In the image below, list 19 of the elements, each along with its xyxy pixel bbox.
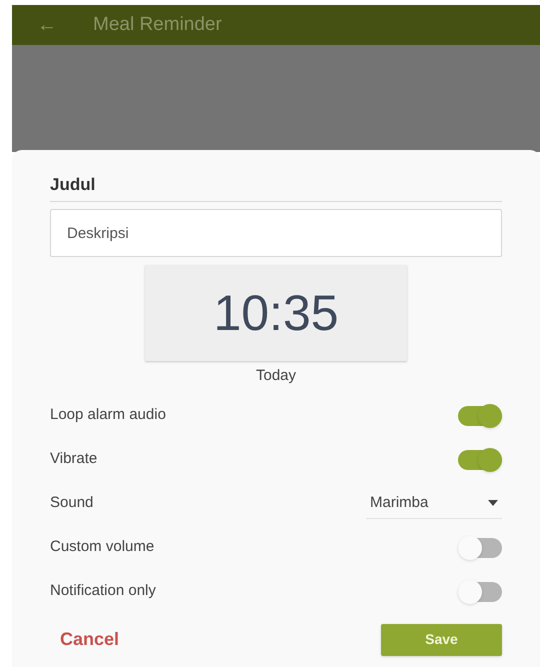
setting-label: Loop alarm audio (50, 405, 166, 426)
description-field[interactable]: Deskripsi (50, 209, 502, 257)
toggle-switch[interactable] (458, 406, 502, 426)
toggle-switch[interactable] (458, 582, 502, 602)
save-button[interactable]: Save (381, 624, 502, 656)
toggle-switch[interactable] (458, 450, 502, 470)
time-display[interactable]: 10:35 (145, 265, 407, 361)
setting-label: Vibrate (50, 449, 98, 470)
caret-icon (488, 500, 498, 506)
setting-label: Notification only (50, 581, 156, 602)
sound-dropdown[interactable]: Marimba (366, 488, 502, 518)
cancel-button[interactable]: Cancel (60, 626, 120, 653)
date-label: Today (256, 366, 296, 386)
setting-label: Custom volume (50, 537, 154, 558)
setting-label: Sound (50, 493, 94, 514)
toggle-switch[interactable] (458, 538, 502, 558)
title-field[interactable]: Judul (50, 168, 502, 202)
back-button[interactable]: ← (37, 10, 57, 40)
app-title: Meal Reminder (93, 12, 222, 37)
